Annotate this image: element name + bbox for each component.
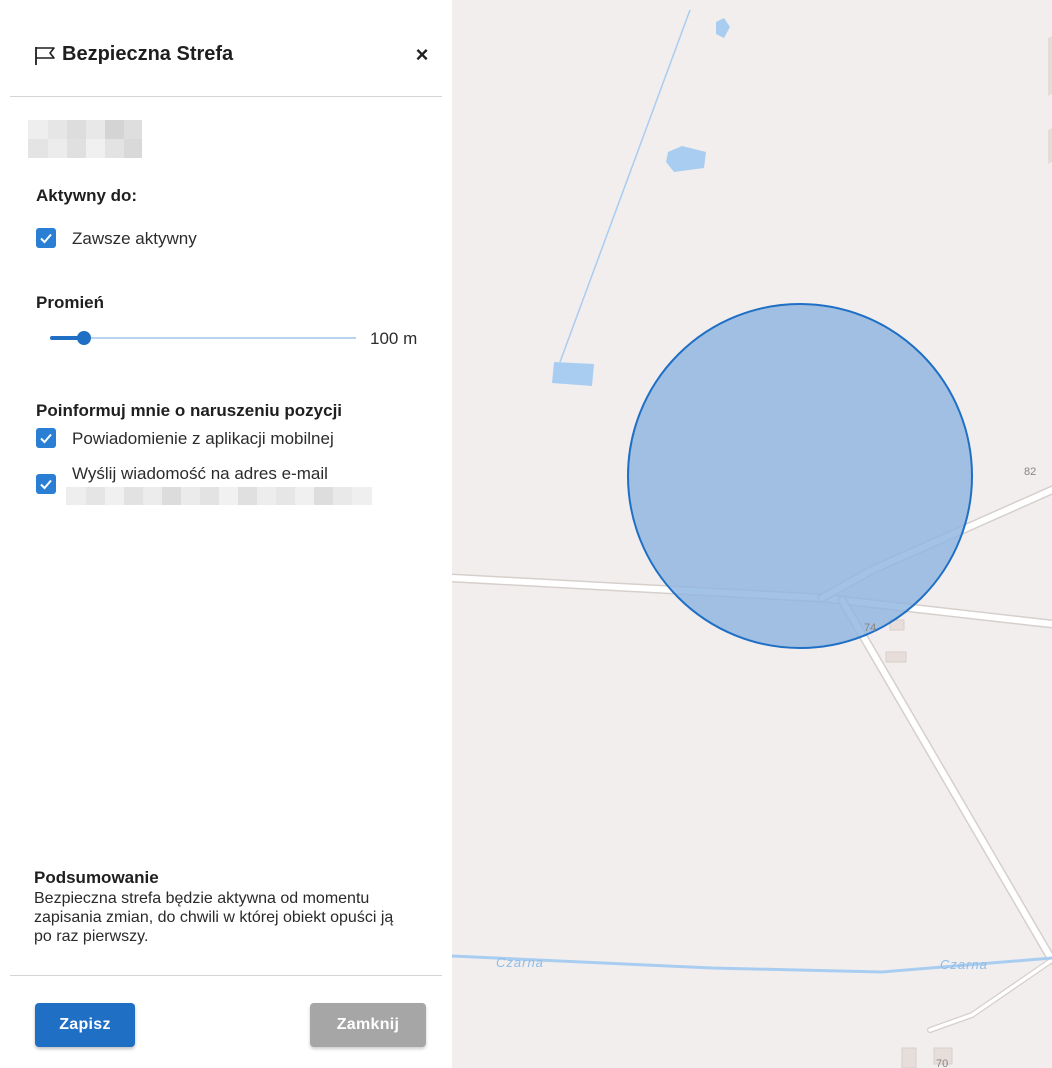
safe-zone-panel: Bezpieczna Strefa × Aktywny do: Zawsze a… — [0, 0, 452, 1068]
slider-thumb[interactable] — [77, 331, 91, 345]
building — [901, 1047, 917, 1068]
header-divider — [10, 96, 442, 97]
flag-icon — [34, 45, 56, 67]
email-notification-checkbox[interactable] — [36, 474, 56, 494]
radius-value: 100 m — [370, 329, 418, 348]
checkmark-icon — [40, 433, 52, 444]
building — [1048, 128, 1052, 164]
building — [885, 651, 907, 663]
footer-divider — [10, 975, 442, 976]
ditch-line — [559, 9, 691, 363]
slider-rail — [50, 337, 356, 339]
save-button[interactable]: Zapisz — [35, 1003, 135, 1047]
mobile-notification-label: Powiadomienie z aplikacji mobilnej — [72, 429, 334, 448]
summary-text: Bezpieczna strefa będzie aktywna od mome… — [34, 890, 394, 945]
radius-heading: Promień — [36, 293, 105, 312]
panel-title: Bezpieczna Strefa — [62, 43, 234, 65]
building — [1048, 36, 1052, 96]
map-canvas — [452, 9, 1052, 1068]
pond — [552, 362, 594, 386]
address-label: 70 — [936, 1058, 949, 1068]
river-label: Czarna — [940, 957, 988, 972]
pond — [716, 18, 730, 38]
mobile-notification-checkbox[interactable] — [36, 428, 56, 448]
summary-heading: Podsumowanie — [34, 868, 159, 887]
radius-slider[interactable] — [50, 328, 356, 348]
always-active-label: Zawsze aktywny — [72, 229, 197, 248]
map-view[interactable]: 82 74 70 Czarna Czarna — [452, 0, 1052, 1068]
address-label: 82 — [1024, 466, 1037, 478]
safe-zone-circle[interactable] — [627, 303, 973, 649]
always-active-checkbox[interactable] — [36, 228, 56, 248]
redacted-object-name — [28, 120, 142, 158]
address-label: 74 — [864, 622, 877, 634]
checkmark-icon — [40, 233, 52, 244]
close-icon[interactable]: × — [410, 40, 434, 70]
checkmark-icon — [40, 479, 52, 490]
panel-header: Bezpieczna Strefa × — [0, 36, 452, 76]
close-button[interactable]: Zamknij — [310, 1003, 426, 1047]
notify-heading: Poinformuj mnie o naruszeniu pozycji — [36, 401, 343, 420]
active-until-heading: Aktywny do: — [36, 186, 138, 205]
email-notification-label: Wyślij wiadomość na adres e-mail — [72, 464, 328, 483]
redacted-email-address — [66, 487, 372, 505]
pond — [666, 146, 706, 172]
river-label: Czarna — [496, 955, 544, 970]
